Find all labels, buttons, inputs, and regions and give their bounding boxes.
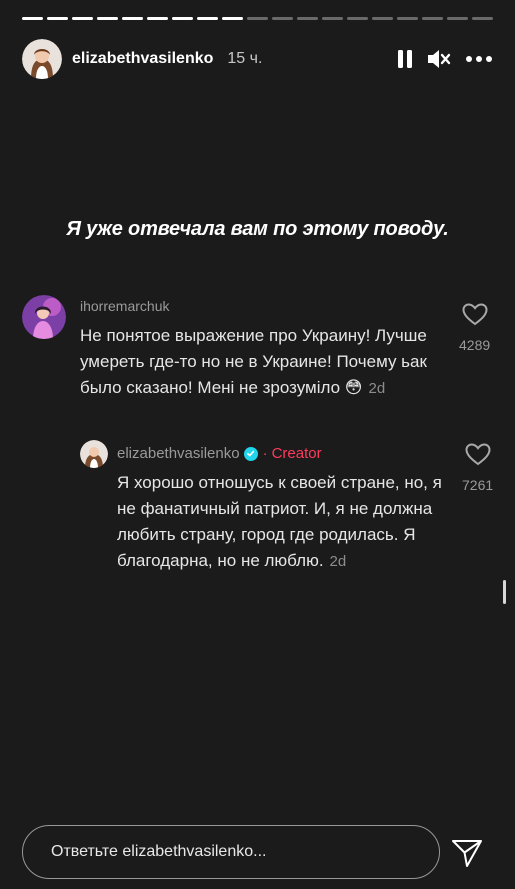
progress-segment — [322, 17, 343, 20]
progress-segment — [472, 17, 493, 20]
progress-segment — [47, 17, 68, 20]
reply-text: Я хорошо отношусь к своей стране, но, я … — [117, 470, 452, 575]
reply-user-line: elizabethvasilenko · Creator — [117, 445, 322, 462]
story-time: 15 ч. — [227, 50, 263, 67]
comment-text: Не понятое выражение про Украину! Лучше … — [80, 323, 450, 402]
progress-segment — [272, 17, 293, 20]
more-icon[interactable] — [465, 55, 493, 63]
reply-date: 2d — [329, 553, 347, 570]
reply-like-count: 7261 — [462, 477, 494, 493]
verified-icon — [243, 446, 258, 461]
reply-bar — [22, 825, 440, 879]
progress-segment — [72, 17, 93, 20]
progress-segment — [122, 17, 143, 20]
progress-segment — [347, 17, 368, 20]
story-progress-bar — [22, 17, 493, 20]
progress-segment — [372, 17, 393, 20]
story-avatar[interactable] — [22, 39, 62, 79]
progress-segment — [147, 17, 168, 20]
send-icon[interactable] — [450, 836, 484, 870]
reply-like-button[interactable]: 7261 — [462, 443, 493, 493]
reply-input[interactable] — [49, 842, 423, 862]
commenter-username[interactable]: ihorremarchuk — [80, 298, 169, 314]
comment-like-button[interactable]: 4289 — [459, 303, 490, 353]
creator-badge: Creator — [271, 445, 322, 462]
progress-segment — [397, 17, 418, 20]
progress-segment — [447, 17, 468, 20]
story-controls — [397, 48, 493, 70]
progress-segment — [297, 17, 318, 20]
progress-segment — [22, 17, 43, 20]
progress-segment — [172, 17, 193, 20]
progress-segment — [197, 17, 218, 20]
commenter-avatar[interactable] — [22, 295, 66, 339]
story-header: elizabethvasilenko 15 ч. — [22, 39, 493, 79]
heart-icon[interactable] — [462, 303, 488, 331]
story-caption: Я уже отвечала вам по этому поводу. — [66, 218, 449, 240]
progress-segment — [422, 17, 443, 20]
reply-avatar[interactable] — [80, 440, 108, 468]
progress-segment — [97, 17, 118, 20]
reply-body: Я хорошо отношусь к своей стране, но, я … — [117, 473, 442, 570]
reply-username[interactable]: elizabethvasilenko — [117, 445, 240, 462]
progress-segment — [222, 17, 243, 20]
separator-dot: · — [262, 445, 268, 462]
pause-icon[interactable] — [397, 49, 413, 69]
comment-date: 2d — [368, 380, 386, 397]
scrollbar-thumb[interactable] — [503, 580, 506, 604]
heart-icon[interactable] — [465, 443, 491, 471]
comment-like-count: 4289 — [459, 337, 491, 353]
story-username[interactable]: elizabethvasilenko — [72, 50, 213, 68]
mute-icon[interactable] — [427, 48, 451, 70]
progress-segment — [247, 17, 268, 20]
